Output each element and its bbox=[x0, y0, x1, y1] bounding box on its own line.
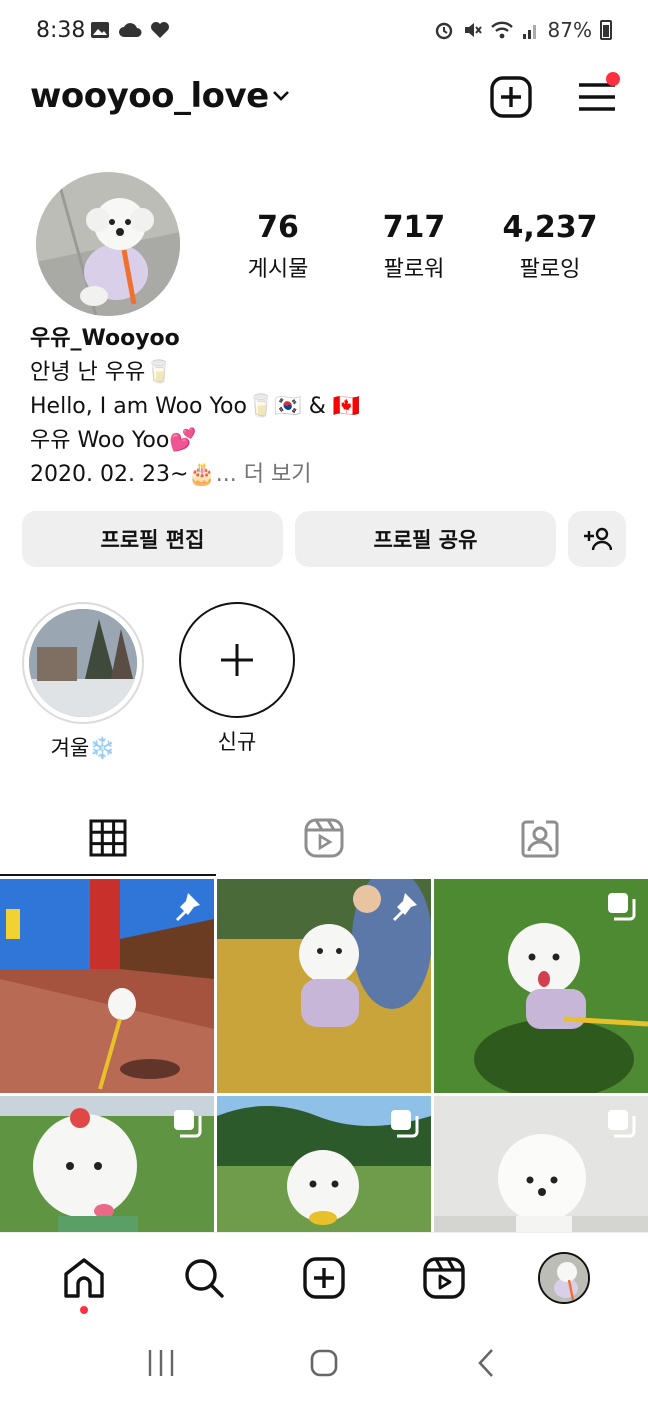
stat-label: 팔로잉 bbox=[519, 257, 581, 282]
nav-home[interactable] bbox=[54, 1248, 114, 1314]
menu-button[interactable] bbox=[576, 72, 620, 118]
tab-tagged[interactable] bbox=[432, 800, 648, 876]
notification-dot bbox=[606, 72, 620, 86]
posts-count[interactable]: 76 게시물 bbox=[210, 210, 346, 283]
home-icon bbox=[64, 1257, 104, 1298]
display-name: 우유_Wooyoo bbox=[30, 326, 180, 351]
plus-square-icon bbox=[303, 1256, 345, 1299]
back-icon[interactable] bbox=[472, 1348, 502, 1378]
stat-label: 게시물 bbox=[247, 257, 309, 282]
mute-icon bbox=[464, 23, 482, 37]
home-notification-dot bbox=[80, 1305, 88, 1314]
pin-icon bbox=[393, 893, 417, 921]
profile-header: wooyoo_love bbox=[30, 66, 620, 132]
username-switcher[interactable]: wooyoo_love bbox=[30, 76, 269, 116]
stat-value: 717 bbox=[382, 210, 446, 245]
chevron-down-icon[interactable] bbox=[270, 84, 292, 106]
bio-line: Hello, I am Woo Yoo🥛🇰🇷 & 🇨🇦 bbox=[30, 394, 361, 419]
post-thumbnail[interactable] bbox=[434, 879, 648, 1093]
post-thumbnail[interactable] bbox=[0, 879, 214, 1093]
stat-label: 팔로워 bbox=[383, 257, 445, 282]
cloud-icon bbox=[119, 23, 142, 37]
tab-posts-grid[interactable] bbox=[0, 800, 216, 876]
highlight-label: 겨울❄️ bbox=[50, 736, 116, 760]
see-more-link[interactable]: ... 더 보기 bbox=[216, 462, 312, 487]
new-highlight[interactable]: 신규 bbox=[176, 602, 298, 756]
nav-create[interactable] bbox=[294, 1248, 354, 1308]
content-tabs bbox=[0, 800, 648, 876]
system-navigation bbox=[0, 1322, 648, 1404]
profile-bio: 우유_Wooyoo 안녕 난 우유🥛 Hello, I am Woo Yoo🥛🇰… bbox=[30, 322, 360, 492]
discover-people-button[interactable] bbox=[568, 511, 626, 567]
battery-icon bbox=[600, 20, 612, 40]
carousel-icon bbox=[608, 1110, 636, 1138]
tab-reels[interactable] bbox=[216, 800, 432, 876]
heart-icon bbox=[151, 22, 169, 38]
share-profile-button[interactable]: 프로필 공유 bbox=[295, 511, 556, 567]
profile-avatar[interactable] bbox=[36, 172, 180, 316]
carousel-icon bbox=[174, 1110, 202, 1138]
status-time: 8:38 bbox=[36, 18, 86, 43]
status-right-icons: 87% bbox=[434, 18, 612, 42]
create-post-button[interactable] bbox=[490, 76, 532, 118]
nav-reels[interactable] bbox=[414, 1248, 474, 1308]
plus-icon bbox=[221, 644, 253, 676]
status-left-icons bbox=[90, 20, 170, 40]
reels-icon bbox=[423, 1256, 465, 1299]
grid-icon bbox=[89, 819, 127, 857]
bottom-navigation bbox=[0, 1232, 648, 1322]
home-button-icon[interactable] bbox=[309, 1348, 339, 1378]
wifi-icon bbox=[490, 21, 513, 39]
carousel-icon bbox=[608, 893, 636, 921]
highlight-item[interactable]: 겨울❄️ bbox=[22, 602, 144, 762]
carousel-icon bbox=[391, 1110, 419, 1138]
bio-birthday: 2020. 02. 23~🎂 bbox=[30, 462, 216, 487]
bio-line: 안녕 난 우유🥛 bbox=[30, 360, 173, 385]
bio-line: 우유 Woo Yoo💕 bbox=[30, 428, 197, 453]
highlight-cover bbox=[29, 609, 137, 717]
alarm-icon bbox=[435, 22, 452, 40]
following-count[interactable]: 4,237 팔로잉 bbox=[482, 210, 618, 283]
profile-stats: 76 게시물 717 팔로워 4,237 팔로잉 bbox=[210, 210, 618, 283]
profile-actions: 프로필 편집 프로필 공유 bbox=[22, 511, 626, 567]
add-person-icon bbox=[584, 527, 612, 551]
highlight-ring bbox=[22, 602, 144, 724]
new-highlight-circle bbox=[179, 602, 295, 718]
highlight-label: 신규 bbox=[217, 730, 257, 754]
status-bar: 8:38 87% bbox=[0, 0, 648, 64]
post-thumbnail[interactable] bbox=[217, 879, 431, 1093]
edit-profile-button[interactable]: 프로필 편집 bbox=[22, 511, 283, 567]
search-icon bbox=[185, 1258, 224, 1298]
reels-icon bbox=[304, 818, 344, 858]
profile-avatar-small bbox=[538, 1251, 590, 1304]
stat-value: 76 bbox=[257, 210, 299, 245]
nav-profile[interactable] bbox=[534, 1248, 594, 1308]
recent-apps-icon[interactable] bbox=[146, 1348, 176, 1378]
tagged-icon bbox=[521, 820, 559, 858]
image-icon bbox=[91, 22, 109, 38]
stat-value: 4,237 bbox=[502, 210, 598, 245]
followers-count[interactable]: 717 팔로워 bbox=[346, 210, 482, 283]
nav-search[interactable] bbox=[174, 1248, 234, 1308]
signal-icon bbox=[522, 25, 536, 39]
battery-percent: 87% bbox=[547, 18, 592, 42]
bio-line: 2020. 02. 23~🎂... 더 보기 bbox=[30, 458, 360, 492]
pin-icon bbox=[176, 893, 200, 921]
